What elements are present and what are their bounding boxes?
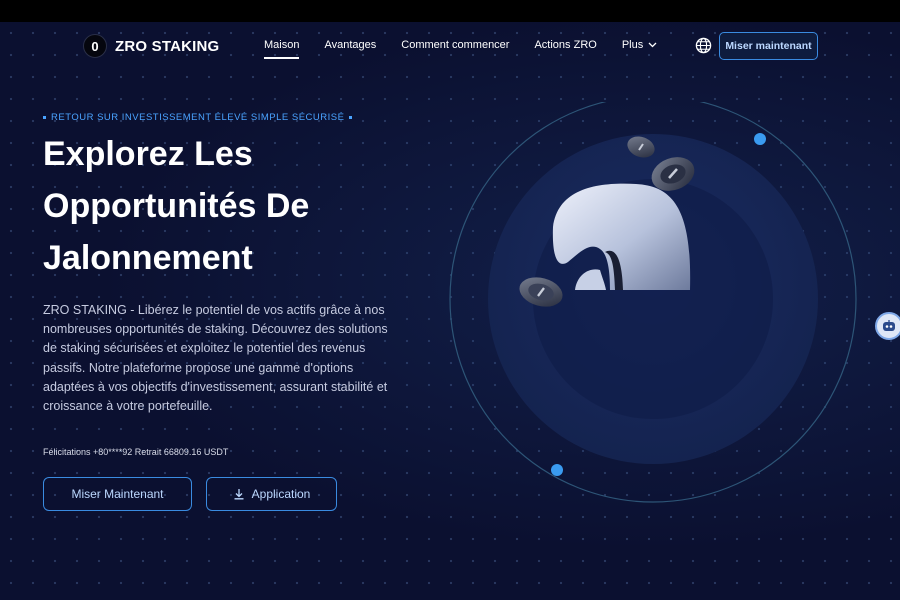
top-bar xyxy=(0,0,900,22)
orbit-dot xyxy=(754,133,766,145)
stake-now-button[interactable]: Miser maintenant xyxy=(719,32,818,60)
chat-bot-glyph xyxy=(883,320,895,331)
main-nav: Maison Avantages Comment commencer Actio… xyxy=(264,39,657,59)
chat-bot-icon[interactable] xyxy=(875,312,900,340)
globe-icon[interactable] xyxy=(695,37,712,54)
brand-logo[interactable]: 0 ZRO STAKING xyxy=(83,34,219,58)
page: 0 ZRO STAKING Maison Avantages Comment c… xyxy=(0,22,900,600)
application-button[interactable]: Application xyxy=(206,477,337,511)
hero-title-line: Opportunités De xyxy=(43,187,310,225)
hero-title-line: Jalonnement xyxy=(43,239,253,277)
tagline-bullet-left xyxy=(43,116,46,119)
nav-item-plus-label: Plus xyxy=(621,39,644,51)
tagline-text: RETOUR SUR INVESTISSEMENT ÉLEVÉ SIMPLE S… xyxy=(51,112,345,123)
nav-item-maison[interactable]: Maison xyxy=(264,39,300,59)
nav-item-avantages[interactable]: Avantages xyxy=(324,39,376,51)
nav-item-plus[interactable]: Plus xyxy=(622,39,657,51)
chevron-down-icon xyxy=(648,42,657,48)
orbit-dot xyxy=(551,464,563,476)
nav-item-comment-commencer[interactable]: Comment commencer xyxy=(401,39,509,51)
brand-name: ZRO STAKING xyxy=(115,37,220,55)
hero-title: Explorez Les Opportunités De Jalonnement xyxy=(43,128,383,284)
application-label: Application xyxy=(251,487,311,501)
logo-mark: 0 xyxy=(83,34,107,58)
nav-item-actions-zro[interactable]: Actions ZRO xyxy=(534,39,596,51)
hero-tagline: RETOUR SUR INVESTISSEMENT ÉLEVÉ SIMPLE S… xyxy=(43,112,353,123)
hero-illustration xyxy=(449,102,857,503)
withdrawal-ticker: Félicitations +80****92 Retrait 66809.16… xyxy=(43,447,229,457)
hero-title-line: Explorez Les xyxy=(43,135,253,173)
stake-now-hero-button[interactable]: Miser Maintenant xyxy=(43,477,192,511)
stake-now-hero-label: Miser Maintenant xyxy=(71,487,164,501)
tagline-bullet-right xyxy=(349,116,353,119)
hero-description: ZRO STAKING - Libérez le potentiel de vo… xyxy=(43,303,388,414)
download-icon xyxy=(234,489,244,500)
